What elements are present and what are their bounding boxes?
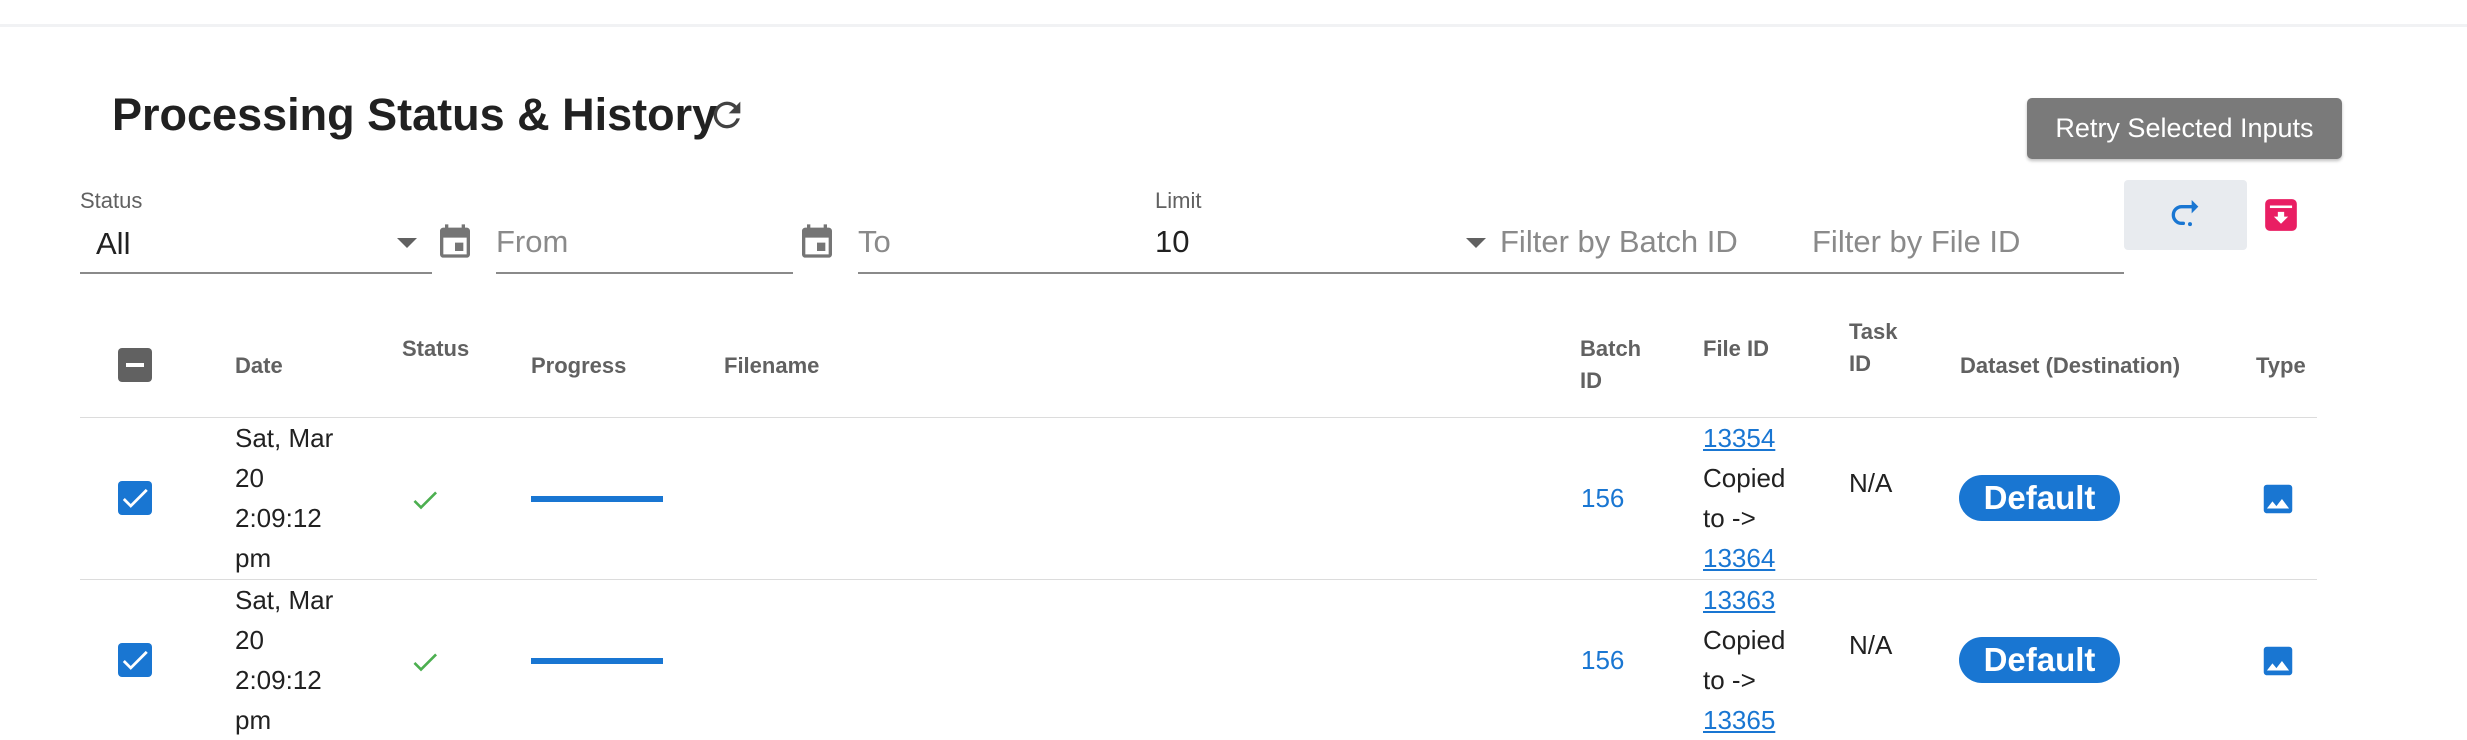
from-underline: [496, 272, 793, 274]
progress-bar: [531, 658, 663, 664]
row-divider: [80, 579, 2317, 580]
image-icon: [2263, 484, 2293, 514]
limit-label: Limit: [1155, 188, 1202, 213]
limit-select-value[interactable]: 10: [1155, 224, 1189, 260]
select-all-checkbox[interactable]: [118, 348, 152, 382]
redo-icon: [2171, 200, 2199, 227]
dataset-chip[interactable]: Default: [1959, 475, 2120, 521]
status-label: Status: [80, 188, 143, 213]
status-select-value[interactable]: All: [96, 226, 130, 262]
column-header-progress[interactable]: Progress: [531, 350, 626, 382]
apply-filters-button[interactable]: [2124, 180, 2247, 250]
column-header-filename[interactable]: Filename: [724, 350, 819, 382]
status-underline: [80, 272, 432, 274]
file-id-cell: 13354 Copied to -> 13364: [1703, 423, 1786, 573]
top-strip: [0, 0, 2467, 27]
from-date-input[interactable]: From: [496, 224, 568, 260]
check-icon: [413, 491, 437, 510]
column-header-status[interactable]: Status: [402, 333, 469, 365]
file-id-link[interactable]: 13363: [1703, 585, 1775, 615]
file-id-link[interactable]: 13354: [1703, 423, 1775, 453]
copied-file-id-link[interactable]: 13364: [1703, 543, 1775, 573]
chevron-down-icon[interactable]: [397, 238, 417, 248]
calendar-icon[interactable]: [435, 220, 475, 262]
image-icon: [2263, 646, 2293, 676]
batch-id-link[interactable]: 156: [1581, 645, 1624, 676]
column-header-type[interactable]: Type: [2256, 350, 2306, 382]
column-header-batch-id[interactable]: Batch ID: [1580, 333, 1641, 397]
column-header-file-id[interactable]: File ID: [1703, 333, 1769, 365]
row-divider: [80, 417, 2317, 418]
column-header-dataset[interactable]: Dataset (Destination): [1960, 350, 2180, 382]
file-id-filter-input[interactable]: Filter by File ID: [1812, 224, 2020, 260]
page-title: Processing Status & History: [112, 89, 718, 140]
check-icon: [413, 653, 437, 672]
copied-file-id-link[interactable]: 13365: [1703, 705, 1775, 735]
to-date-input[interactable]: To: [858, 224, 891, 260]
date-cell: Sat, Mar 20 2:09:12 pm: [235, 585, 334, 735]
file-id-cell: 13363 Copied to -> 13365: [1703, 585, 1786, 735]
column-header-task-id[interactable]: Task ID: [1849, 316, 1898, 380]
progress-bar: [531, 496, 663, 502]
filters-underline: [858, 272, 2124, 274]
date-cell: Sat, Mar 20 2:09:12 pm: [235, 423, 334, 573]
calendar-icon[interactable]: [797, 220, 837, 262]
row-checkbox[interactable]: [118, 643, 152, 677]
column-header-date[interactable]: Date: [235, 350, 283, 382]
retry-selected-button[interactable]: Retry Selected Inputs: [2027, 98, 2342, 159]
task-id-cell: N/A: [1849, 468, 1893, 498]
dataset-chip[interactable]: Default: [1959, 637, 2120, 683]
archive-icon[interactable]: [2262, 196, 2300, 234]
refresh-icon[interactable]: [707, 95, 747, 135]
batch-id-filter-input[interactable]: Filter by Batch ID: [1500, 224, 1738, 260]
row-checkbox[interactable]: [118, 481, 152, 515]
chevron-down-icon[interactable]: [1466, 238, 1486, 248]
task-id-cell: N/A: [1849, 630, 1893, 660]
batch-id-link[interactable]: 156: [1581, 483, 1624, 514]
